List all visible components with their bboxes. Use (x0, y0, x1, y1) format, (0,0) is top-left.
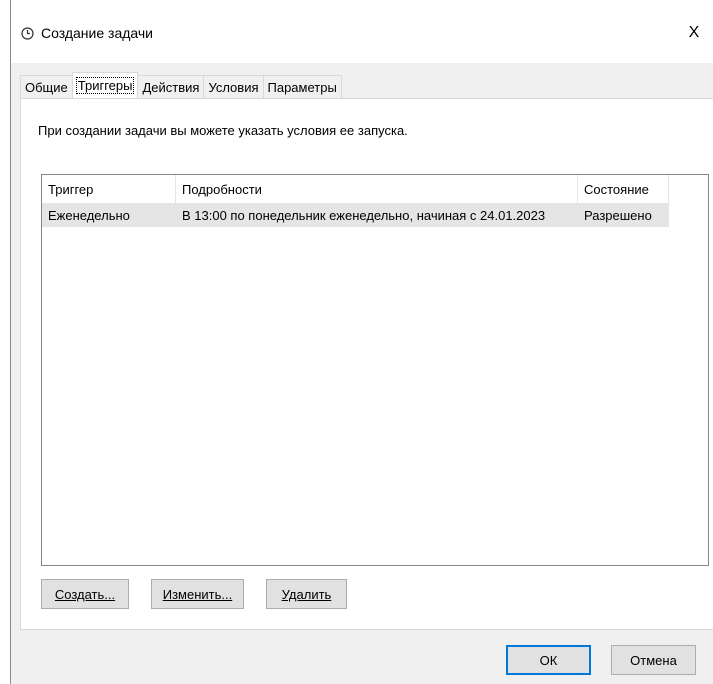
tab-general[interactable]: Общие (20, 75, 73, 98)
column-header-status[interactable]: Состояние (578, 175, 669, 203)
list-header: Триггер Подробности Состояние (42, 175, 708, 203)
tab-actions[interactable]: Действия (137, 75, 205, 98)
table-row[interactable]: Еженедельно В 13:00 по понедельник ежене… (42, 203, 669, 227)
column-header-trigger[interactable]: Триггер (42, 175, 176, 203)
tab-triggers[interactable]: Триггеры (71, 72, 139, 98)
tab-bar: Общие Триггеры Действия Условия Параметр… (20, 72, 342, 98)
create-button[interactable]: Создать... (41, 579, 129, 609)
task-dialog: Создание задачи X Общие Триггеры Действи… (10, 0, 713, 684)
tab-settings[interactable]: Параметры (262, 75, 342, 98)
delete-button[interactable]: Удалить (266, 579, 347, 609)
triggers-list[interactable]: Триггер Подробности Состояние Еженедельн… (41, 174, 709, 566)
list-buttons: Создать... Изменить... Удалить (41, 579, 347, 609)
cell-trigger: Еженедельно (48, 207, 130, 223)
edit-button[interactable]: Изменить... (151, 579, 244, 609)
title-bar: Создание задачи X (11, 0, 713, 63)
cancel-button[interactable]: Отмена (611, 645, 696, 675)
ok-button[interactable]: ОК (506, 645, 591, 675)
cell-status: Разрешено (584, 207, 652, 223)
cell-details: В 13:00 по понедельник еженедельно, начи… (182, 207, 546, 223)
clock-icon (21, 27, 34, 40)
column-header-details[interactable]: Подробности (176, 175, 578, 203)
close-icon: X (688, 24, 700, 41)
triggers-panel: При создании задачи вы можете указать ус… (20, 98, 713, 630)
panel-description: При создании задачи вы можете указать ус… (38, 123, 408, 138)
window-title: Создание задачи (41, 25, 153, 41)
tab-conditions[interactable]: Условия (203, 75, 264, 98)
close-button[interactable]: X (674, 15, 713, 51)
